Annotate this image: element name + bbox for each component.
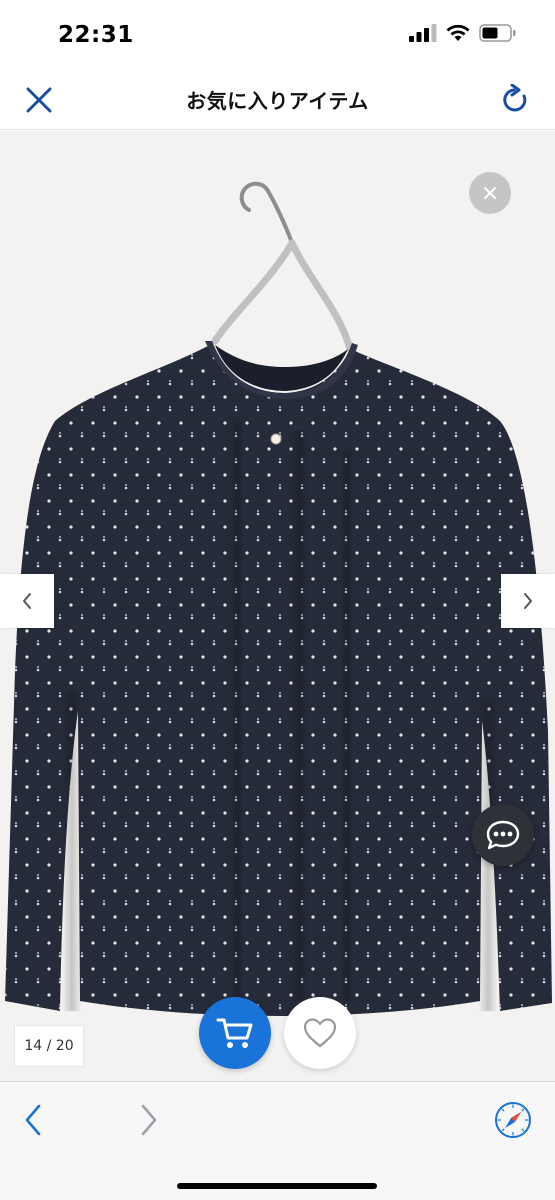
- status-bar: 22:31: [0, 0, 555, 70]
- previous-image-button[interactable]: [0, 574, 54, 628]
- browser-back-button[interactable]: [18, 1100, 48, 1140]
- wifi-icon: [446, 24, 470, 41]
- app-header: お気に入りアイテム: [0, 70, 555, 130]
- chevron-right-icon: [141, 1104, 157, 1136]
- home-indicator: [177, 1183, 377, 1189]
- browser-forward-button[interactable]: [134, 1100, 164, 1140]
- close-icon: [484, 187, 496, 199]
- add-to-cart-button[interactable]: [199, 997, 271, 1069]
- status-time: 22:31: [58, 22, 134, 48]
- battery-icon: [479, 24, 516, 42]
- chevron-left-icon: [23, 593, 31, 609]
- image-counter: 14 / 20: [14, 1025, 84, 1067]
- cellular-signal-icon: [409, 24, 437, 42]
- chevron-right-icon: [524, 593, 532, 609]
- cart-icon: [216, 1018, 253, 1048]
- compass-icon: [495, 1102, 531, 1138]
- blouse-photo: [5, 181, 552, 1016]
- reload-button[interactable]: [497, 82, 533, 118]
- status-icons: [409, 24, 517, 42]
- chat-bubble-icon: [486, 820, 520, 850]
- dismiss-button[interactable]: [469, 172, 511, 214]
- reload-icon: [503, 84, 527, 112]
- open-in-safari-button[interactable]: [493, 1100, 533, 1140]
- next-image-button[interactable]: [501, 574, 555, 628]
- product-image-area[interactable]: 14 / 20: [0, 131, 555, 1081]
- page-title: お気に入りアイテム: [186, 89, 369, 113]
- chevron-left-icon: [25, 1104, 41, 1136]
- chat-button[interactable]: [472, 804, 534, 866]
- heart-icon: [303, 1018, 337, 1048]
- favorite-button[interactable]: [284, 997, 356, 1069]
